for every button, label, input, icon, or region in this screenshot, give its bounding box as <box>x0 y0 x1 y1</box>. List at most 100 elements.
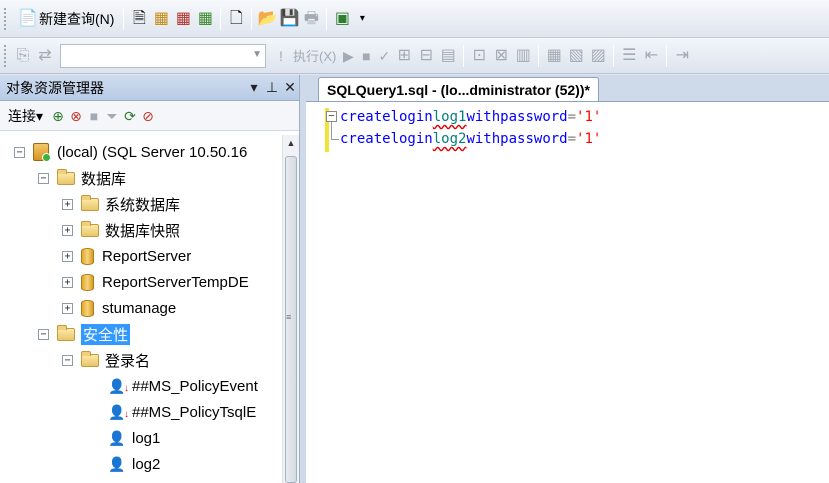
close-icon[interactable]: ✕ <box>281 79 299 96</box>
stop-icon[interactable]: ■ <box>85 107 103 125</box>
tree-node-label: ReportServer <box>102 247 192 265</box>
toolbar-separator <box>613 44 615 67</box>
folder-icon <box>81 194 99 211</box>
keyword-with: with <box>466 109 501 125</box>
expand-icon[interactable]: + <box>62 302 73 314</box>
tree-node-login-policytsql[interactable]: 👤 ##MS_PolicyTsqlE <box>108 400 257 425</box>
increase-indent-icon[interactable]: ⇥ <box>671 45 693 67</box>
results-file-icon[interactable]: ▧ <box>565 45 587 67</box>
login-name: log1 <box>432 109 467 125</box>
tree-node-label-selected: 安全性 <box>81 323 131 345</box>
expand-icon[interactable]: + <box>62 198 73 210</box>
keyword-password: password <box>500 131 568 147</box>
sql-editor[interactable]: − create login log1 with password = '1' c… <box>306 101 829 483</box>
connect-button[interactable]: 连接▾ <box>8 106 43 126</box>
tab-title: SQLQuery1.sql - (lo...dministrator (52))… <box>327 81 590 98</box>
results-text-icon[interactable]: ▥ <box>512 45 534 67</box>
server-icon <box>33 143 51 162</box>
database-engine-query-icon[interactable]: 🗎 <box>128 8 150 30</box>
open-folder-icon[interactable]: 📂 <box>256 8 278 30</box>
tree-node-label: ReportServerTempDE <box>102 273 249 291</box>
toolbar-grip[interactable] <box>4 44 8 67</box>
tree-node-database-snapshots[interactable]: + 数据库快照 <box>62 218 180 242</box>
connect-query-icon[interactable]: ⎘ <box>12 45 34 67</box>
tree-node-login-log2[interactable]: 👤 log2 <box>108 452 160 476</box>
window-position-icon[interactable]: ▾ <box>245 79 263 96</box>
keyword-login: login <box>390 131 433 147</box>
collapse-icon[interactable]: − <box>38 328 49 340</box>
tree-node-label: (local) (SQL Server 10.50.16 <box>57 143 248 161</box>
connect-label: 连接 <box>8 107 36 124</box>
chevron-down-icon: ▼ <box>252 48 262 60</box>
database-icon <box>81 273 94 291</box>
toolbar-overflow-icon[interactable]: ▾ <box>353 10 371 28</box>
disabled-login-icon: 👤 <box>108 377 129 398</box>
debug-play-icon[interactable]: ▶ <box>339 47 357 65</box>
disconnect-icon[interactable]: ⊗ <box>67 107 85 125</box>
change-connection-icon[interactable]: ⇄ <box>34 45 56 67</box>
expand-icon[interactable]: + <box>62 250 73 262</box>
expand-icon[interactable]: + <box>62 276 73 288</box>
xmla-query-icon[interactable]: ▦ <box>194 8 216 30</box>
pin-icon[interactable]: ⊥ <box>263 79 281 96</box>
expand-icon[interactable]: + <box>62 224 73 236</box>
folder-icon <box>57 324 75 341</box>
new-query-icon: 📄 <box>18 9 38 27</box>
execute-button[interactable]: 执行(X) <box>291 42 338 70</box>
tree-scrollbar[interactable]: ▲ ≡ <box>282 135 299 483</box>
new-query-button[interactable]: 📄 新建查询(N) <box>13 5 118 33</box>
tree-node-reportserver[interactable]: + ReportServer <box>62 244 191 268</box>
available-databases-select[interactable]: ▼ <box>60 43 266 68</box>
display-plan-icon[interactable]: ⊞ <box>393 45 415 67</box>
activity-monitor-icon[interactable]: ▣ <box>331 8 353 30</box>
activity-summary-icon[interactable]: ⊘ <box>139 107 157 125</box>
save-icon[interactable]: 💾 <box>278 8 300 30</box>
toolbar-grip[interactable] <box>4 7 8 30</box>
comment-icon[interactable]: ▨ <box>587 45 609 67</box>
code-line-1[interactable]: create login log1 with password = '1' <box>340 106 601 128</box>
tree-node-reportservertempdb[interactable]: + ReportServerTempDE <box>62 270 249 294</box>
scroll-up-icon[interactable]: ▲ <box>283 135 299 152</box>
string-literal: '1' <box>576 131 602 147</box>
new-file-icon[interactable]: 🗋 <box>225 8 247 30</box>
keyword-login: login <box>390 109 433 125</box>
tree-node-login-policyevent[interactable]: 👤 ##MS_PolicyEvent <box>108 374 258 399</box>
tree-node-login-log1[interactable]: 👤 log1 <box>108 426 160 450</box>
standard-toolbar: 📄 新建查询(N) 🗎 ▦ ▦ ▦ 🗋 📂 💾 🖶 ▣ ▾ <box>0 0 829 38</box>
code-line-2[interactable]: create login log2 with password = '1' <box>340 128 601 150</box>
tree-node-system-databases[interactable]: + 系统数据库 <box>62 192 180 216</box>
refresh-icon[interactable]: ⟳ <box>121 107 139 125</box>
sql-editor-toolbar: ⎘ ⇄ ▼ ! 执行(X) ▶ ■ ✓ ⊞ ⊟ ▤ ⊡ ⊠ ▥ ▦ ▧ ▨ ☰ … <box>0 38 829 74</box>
include-plan-icon[interactable]: ⊡ <box>468 45 490 67</box>
filter-icon[interactable]: ⏷ <box>103 107 121 125</box>
connect-icon[interactable]: ⊕ <box>49 107 67 125</box>
operator-equals: = <box>567 131 577 147</box>
tree-node-label: 系统数据库 <box>105 196 181 214</box>
database-icon <box>81 299 94 317</box>
tree-node-server[interactable]: − (local) (SQL Server 10.50.16 <box>14 140 247 164</box>
tree-node-security[interactable]: − 安全性 <box>38 322 131 346</box>
parse-check-icon[interactable]: ✓ <box>375 47 393 65</box>
collapse-icon[interactable]: − <box>14 146 25 158</box>
tree-node-label: log1 <box>132 429 161 447</box>
tree-node-databases[interactable]: − 数据库 <box>38 166 126 190</box>
client-stats-icon[interactable]: ⊠ <box>490 45 512 67</box>
tab-sqlquery1[interactable]: SQLQuery1.sql - (lo...dministrator (52))… <box>318 77 599 101</box>
mdx-query-icon[interactable]: ▦ <box>172 8 194 30</box>
execute-label: 执行(X) <box>293 49 337 64</box>
results-icon[interactable]: ▤ <box>437 45 459 67</box>
cancel-query-icon[interactable]: ■ <box>357 47 375 65</box>
tree-node-label: ##MS_PolicyTsqlE <box>132 403 257 421</box>
print-icon[interactable]: 🖶 <box>300 8 322 30</box>
outline-collapse-icon[interactable]: − <box>326 111 337 122</box>
results-grid-icon[interactable]: ▦ <box>543 45 565 67</box>
tree-node-stumanage[interactable]: + stumanage <box>62 296 176 320</box>
tree-node-logins[interactable]: − 登录名 <box>62 348 150 372</box>
uncomment-icon[interactable]: ☰ <box>618 45 640 67</box>
collapse-icon[interactable]: − <box>62 354 73 366</box>
analysis-query-icon[interactable]: ▦ <box>150 8 172 30</box>
collapse-icon[interactable]: − <box>38 172 49 184</box>
query-designer-icon[interactable]: ⊟ <box>415 45 437 67</box>
scrollbar-grip-icon: ≡ <box>286 312 292 322</box>
decrease-indent-icon[interactable]: ⇤ <box>640 45 662 67</box>
